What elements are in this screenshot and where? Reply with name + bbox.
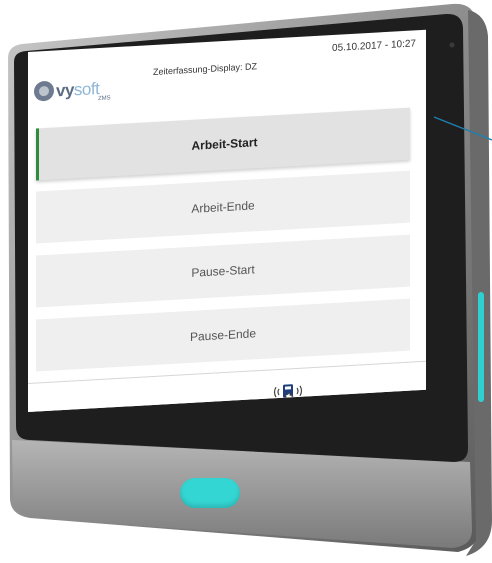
- camera-dot: [449, 42, 455, 48]
- pause-start-button[interactable]: Pause-Start: [36, 234, 410, 308]
- home-key[interactable]: [180, 478, 240, 508]
- arbeit-start-button[interactable]: Arbeit-Start: [36, 107, 410, 181]
- logo-mark-icon: [34, 80, 54, 102]
- logo-subtitle: ZMS: [98, 95, 111, 103]
- brand-logo: vysoft ZMS: [34, 78, 111, 102]
- pause-ende-button[interactable]: Pause-Ende: [36, 298, 410, 372]
- device-title: Zeiterfassung-Display: DZ: [153, 61, 258, 78]
- logo-text-main: vy: [56, 80, 74, 101]
- logo-text-light: soft: [73, 79, 100, 100]
- arbeit-ende-button[interactable]: Arbeit-Ende: [36, 170, 410, 244]
- touch-screen: 05.10.2017 - 10:27 Zeiterfassung-Display…: [28, 29, 426, 412]
- side-led-strip: [478, 292, 484, 402]
- terminal-product-shot: 05.10.2017 - 10:27 Zeiterfassung-Display…: [0, 0, 492, 563]
- clock-display: 05.10.2017 - 10:27: [332, 38, 416, 55]
